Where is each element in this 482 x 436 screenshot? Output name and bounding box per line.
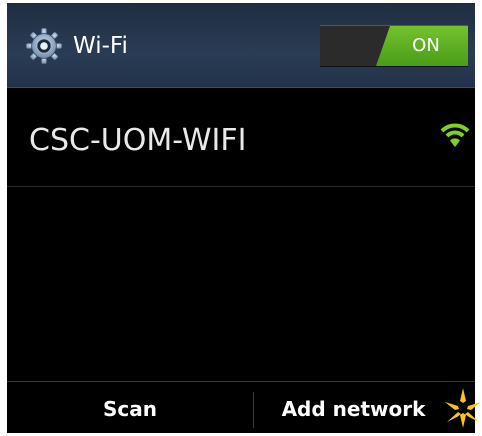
action-bar: Wi-Fi ON [7,3,475,88]
wifi-settings-screen: Wi-Fi ON CSC-UOM-WIFI Scan Add network [7,3,475,433]
highlight-sparkle-icon [445,388,481,428]
toggle-state-label: ON [412,35,440,56]
wifi-signal-icon [440,123,470,147]
settings-gear-icon [25,27,63,65]
bottom-action-bar: Scan Add network [7,381,475,433]
page-title: Wi-Fi [73,33,128,59]
network-list-item[interactable]: CSC-UOM-WIFI [7,88,475,187]
add-network-button[interactable]: Add network [254,382,475,433]
network-ssid: CSC-UOM-WIFI [29,123,247,158]
wifi-toggle-switch[interactable]: ON [320,25,468,67]
scan-button[interactable]: Scan [7,382,253,433]
